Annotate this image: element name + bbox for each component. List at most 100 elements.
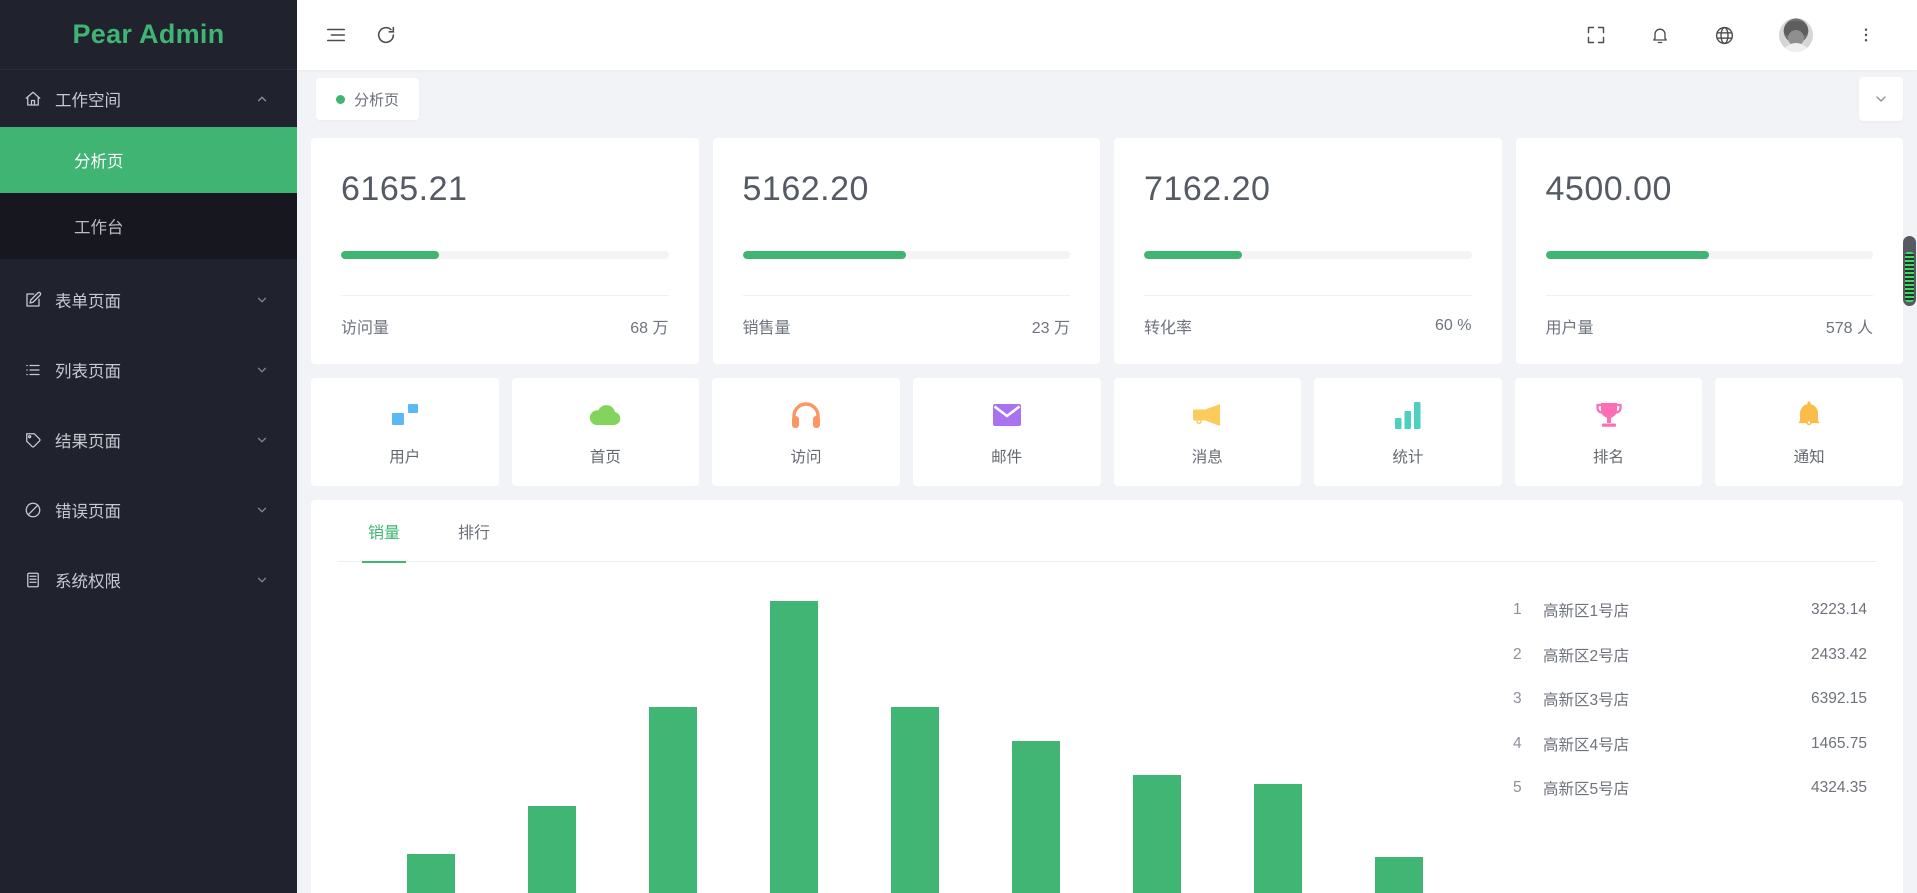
divider [1144,295,1472,296]
menu-collapse-icon[interactable] [325,24,347,46]
stat-card-sales: 5162.20 销售量 23 万 [712,138,1100,364]
chart-tab-bar: 销量 排行 [337,500,1877,563]
globe-icon[interactable] [1714,25,1735,46]
divider [341,295,669,296]
bar-cell [975,582,1096,893]
bell-icon[interactable] [1650,25,1670,45]
bar-cell [1338,582,1459,893]
stat-footer: 访问量 68 万 [341,314,669,338]
stat-footer: 用户量 578 人 [1546,314,1874,338]
chart-panel: 销量 排行 1 高新区1号店 3223.14 2 高新区2号店 2433.42 … [311,500,1903,893]
list-item[interactable]: 4 高新区4号店 1465.75 [1513,722,1867,767]
shortcut-notification[interactable]: 通知 [1715,378,1903,486]
bar-cell [1096,582,1217,893]
bar-cell [613,582,734,893]
shortcut-message[interactable]: 消息 [1113,378,1302,486]
page-scrollbar[interactable] [1903,236,1916,306]
tab-analysis[interactable]: 分析页 [316,78,420,120]
shortcut-label: 排名 [1593,448,1625,466]
shortcut-label: 通知 [1793,448,1825,466]
tabstrip-dropdown-button[interactable] [1859,77,1903,121]
refresh-icon[interactable] [375,24,397,46]
fullscreen-icon[interactable] [1586,25,1606,45]
chevron-down-icon [255,363,271,377]
bar[interactable] [1253,784,1302,893]
shortcut-ranking[interactable]: 排名 [1514,378,1703,486]
sidebar-item-analysis[interactable]: 分析页 [0,127,297,193]
divider [742,295,1070,296]
stat-footer: 销售量 23 万 [743,314,1071,338]
edit-icon [24,291,52,309]
sidebar-label-analysis: 分析页 [74,153,124,171]
sidebar-label-system-permissions: 系统权限 [55,572,121,591]
chevron-down-icon [255,293,271,307]
tab-label-analysis: 分析页 [354,91,400,109]
sales-bar-chart[interactable] [337,572,1477,893]
shortcut-home[interactable]: 首页 [511,378,700,486]
bar-cell [371,582,492,893]
bar[interactable] [1011,741,1060,893]
server-icon [24,571,52,589]
avatar[interactable] [1779,18,1813,52]
shortcut-mail[interactable]: 邮件 [912,378,1101,486]
topbar-left-group [325,24,397,46]
brand-logo[interactable]: Pear Admin [0,0,297,70]
chart-tab-sales[interactable]: 销量 [339,500,429,563]
shortcut-label: 访问 [790,448,822,466]
stat-card-conversion: 7162.20 转化率 60 % [1114,138,1502,364]
sidebar-nav: 工作空间 分析页 工作台 表单页面 列表页面 结果页面 错误页面 系统权限 [0,70,297,608]
chart-body: 1 高新区1号店 3223.14 2 高新区2号店 2433.42 3 高新区3… [337,562,1877,893]
bar[interactable] [1132,774,1181,893]
bar[interactable] [407,853,456,893]
rank-index: 3 [1513,690,1522,708]
bar[interactable] [891,707,939,893]
headphone-icon [790,398,822,432]
sidebar-item-list-pages[interactable]: 列表页面 [0,341,297,398]
bar-cell [492,582,613,893]
list-item[interactable]: 2 高新区2号店 2433.42 [1513,633,1867,678]
sidebar-item-workbench[interactable]: 工作台 [0,193,297,259]
rank-index: 4 [1513,734,1522,752]
list-item[interactable]: 1 高新区1号店 3223.14 [1513,588,1867,633]
chart-tab-ranking[interactable]: 排行 [429,500,519,562]
sidebar-item-form-pages[interactable]: 表单页面 [0,271,297,328]
shortcut-label: 首页 [589,448,621,466]
shortcut-label: 消息 [1191,448,1223,466]
progress-bar [341,251,669,259]
bar-cell [855,582,976,893]
shortcut-label: 邮件 [991,448,1023,466]
bar[interactable] [528,805,577,893]
list-item[interactable]: 3 高新区3号店 6392.15 [1513,677,1867,722]
rank-name: 高新区2号店 [1543,647,1630,665]
list-item[interactable]: 5 高新区5号店 4324.35 [1513,766,1867,811]
bar[interactable] [770,601,819,893]
bar[interactable] [1374,856,1423,893]
rank-value: 4324.35 [1810,779,1867,797]
divider [1545,295,1873,296]
topbar-right-group [1586,18,1893,52]
tabstrip: 分析页 [297,70,1917,128]
sidebar-item-result-pages[interactable]: 结果页面 [0,411,297,468]
topbar [297,0,1917,70]
sidebar-label-workspace: 工作空间 [55,91,121,110]
bar[interactable] [649,707,698,893]
sidebar-label-list-pages: 列表页面 [55,362,121,381]
more-vertical-icon[interactable] [1857,26,1875,44]
rank-index: 2 [1513,645,1522,663]
sidebar-label-error-pages: 错误页面 [55,502,121,521]
sidebar-label-form-pages: 表单页面 [55,292,121,311]
shortcut-statistics[interactable]: 统计 [1314,378,1502,486]
tab-status-dot [336,94,345,104]
chevron-up-icon [255,92,271,106]
sidebar-item-error-pages[interactable]: 错误页面 [0,481,297,538]
sidebar-item-workspace[interactable]: 工作空间 [0,70,297,127]
sidebar-item-system-permissions[interactable]: 系统权限 [0,551,297,608]
rank-index: 5 [1513,779,1522,797]
shortcut-user[interactable]: 用户 [311,378,499,486]
rank-name: 高新区5号店 [1543,781,1630,799]
ranking-list: 1 高新区1号店 3223.14 2 高新区2号店 2433.42 3 高新区3… [1477,572,1877,893]
scrollbar-thumb[interactable] [1905,252,1914,302]
shortcut-visit[interactable]: 访问 [712,378,900,486]
cloud-icon [588,398,622,432]
shortcut-label: 统计 [1392,448,1424,466]
